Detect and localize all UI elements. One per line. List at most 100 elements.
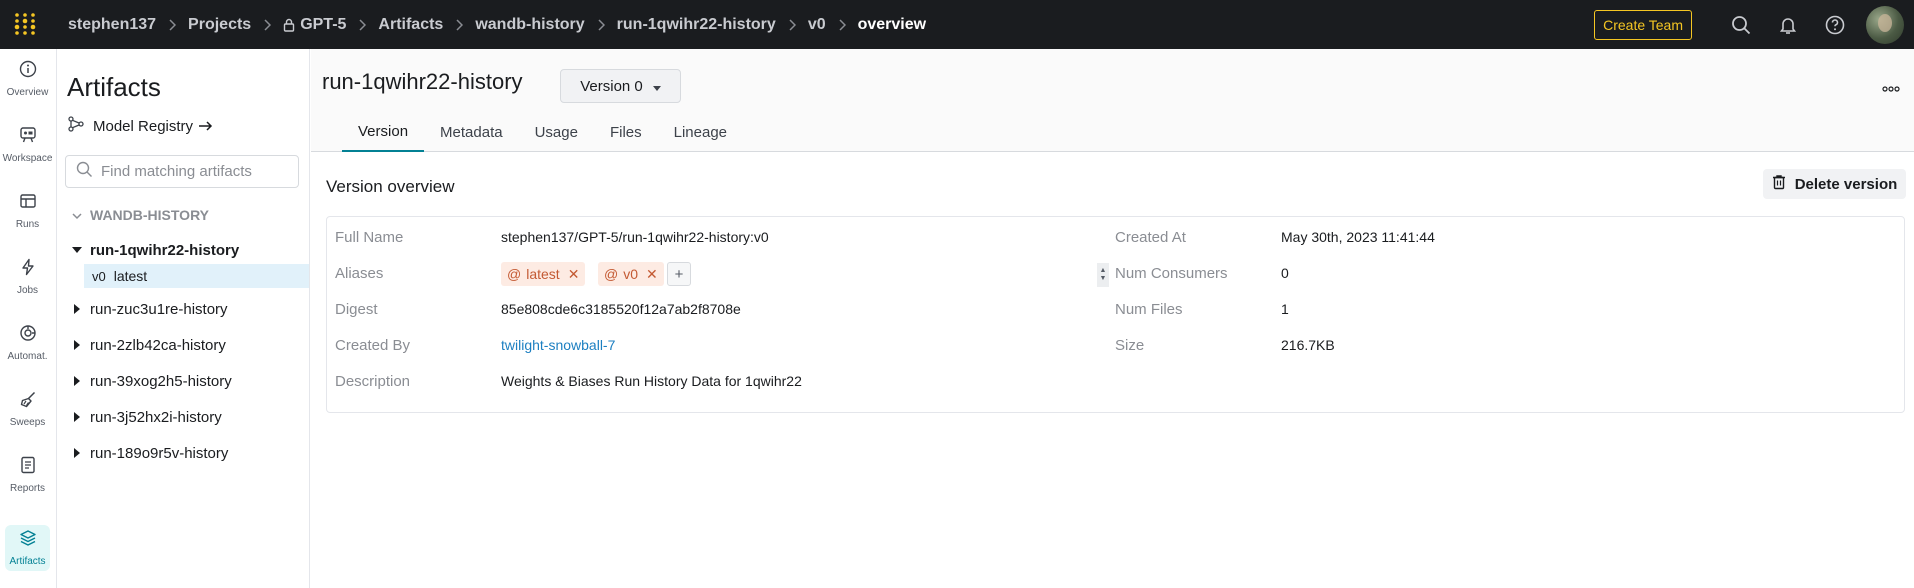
remove-alias-icon[interactable]: ✕ xyxy=(646,266,658,283)
caret-right-icon xyxy=(72,412,82,422)
sidebar-title: Artifacts xyxy=(67,72,161,102)
layers-icon xyxy=(19,529,37,552)
breadcrumb-projects[interactable]: Projects xyxy=(188,16,251,34)
tree-item[interactable]: run-zuc3u1re-history xyxy=(72,297,308,321)
rail-item-sweeps[interactable]: Sweeps xyxy=(5,386,50,432)
tab-version[interactable]: Version xyxy=(342,112,425,152)
tree-version-item[interactable]: v0 latest xyxy=(84,264,309,288)
rail-item-label: Reports xyxy=(9,483,45,494)
alias-text: v0 xyxy=(623,266,639,282)
created-by-label: Created By xyxy=(335,337,411,354)
bell-icon[interactable] xyxy=(1764,0,1811,49)
group-label: WANDB-HISTORY xyxy=(90,207,209,223)
registry-icon xyxy=(67,115,85,137)
tree-item-label: run-1qwihr22-history xyxy=(90,241,240,259)
help-icon[interactable] xyxy=(1811,0,1858,49)
rail-item-label: Runs xyxy=(15,219,40,230)
tree-item[interactable]: run-3j52hx2i-history xyxy=(72,405,308,429)
rail-item-artifacts[interactable]: Artifacts xyxy=(5,525,50,571)
description-value: Weights & Biases Run History Data for 1q… xyxy=(501,373,802,389)
user-avatar[interactable] xyxy=(1866,5,1904,44)
wandb-logo-icon[interactable] xyxy=(0,0,49,49)
report-icon xyxy=(19,456,37,479)
search-icon xyxy=(76,161,93,183)
remove-alias-icon[interactable]: ✕ xyxy=(568,266,580,283)
search-icon[interactable] xyxy=(1717,0,1764,49)
breadcrumb-artifacts[interactable]: Artifacts xyxy=(378,16,443,34)
rail-item-reports[interactable]: Reports xyxy=(5,452,50,498)
breadcrumb-version[interactable]: v0 xyxy=(808,16,826,34)
tab-usage[interactable]: Usage xyxy=(519,112,594,152)
rail-item-jobs[interactable]: Jobs xyxy=(5,254,50,300)
rail-item-overview[interactable]: Overview xyxy=(5,56,50,102)
at-icon: @ xyxy=(507,266,522,282)
artifact-title: run-1qwihr22-history xyxy=(322,69,523,94)
artifact-main-panel: run-1qwihr22-history Version 0 Version M… xyxy=(311,49,1914,588)
size-label: Size xyxy=(1115,337,1145,354)
delete-version-label: Delete version xyxy=(1794,175,1898,193)
tab-lineage[interactable]: Lineage xyxy=(658,112,743,152)
description-label: Description xyxy=(335,373,411,390)
artifact-sidebar: Artifacts Model Registry WANDB-HISTORY r… xyxy=(57,49,310,588)
table-icon xyxy=(19,192,37,215)
artifact-search-box[interactable] xyxy=(65,155,299,188)
caret-down-icon xyxy=(72,247,82,253)
chevron-right-icon xyxy=(838,18,846,31)
artifact-header: run-1qwihr22-history Version 0 xyxy=(311,49,1914,112)
created-at-value: May 30th, 2023 11:41:44 xyxy=(1281,229,1435,245)
create-team-button[interactable]: Create Team xyxy=(1594,9,1692,40)
created-at-label: Created At xyxy=(1115,229,1186,246)
rail-item-label: Overview xyxy=(6,87,49,98)
arrow-right-icon xyxy=(199,118,213,135)
chevron-right-icon xyxy=(788,18,796,31)
tree-item[interactable]: run-189o9r5v-history xyxy=(72,441,308,465)
aliases-label: Aliases xyxy=(335,265,384,282)
workspace-icon xyxy=(19,126,37,149)
artifact-search-input[interactable] xyxy=(101,163,291,180)
caret-right-icon xyxy=(72,340,82,350)
delete-version-button[interactable]: Delete version xyxy=(1763,169,1906,199)
rail-item-automations[interactable]: Automat. xyxy=(5,320,50,366)
tab-files[interactable]: Files xyxy=(594,112,658,152)
num-consumers-value: 0 xyxy=(1281,265,1289,281)
tree-item[interactable]: run-39xog2h5-history xyxy=(72,369,308,393)
tab-metadata[interactable]: Metadata xyxy=(424,112,519,152)
num-files-value: 1 xyxy=(1281,301,1289,317)
breadcrumb-current-page: overview xyxy=(857,15,927,33)
model-registry-label: Model Registry xyxy=(93,117,194,135)
tree-item-label: run-39xog2h5-history xyxy=(90,372,232,390)
rail-item-label: Automat. xyxy=(7,351,48,362)
model-registry-link[interactable]: Model Registry xyxy=(67,115,213,137)
num-consumers-label: Num Consumers xyxy=(1115,265,1228,282)
breadcrumb-user[interactable]: stephen137 xyxy=(68,16,156,34)
tree-item[interactable]: run-2zlb42ca-history xyxy=(72,333,308,357)
artifact-type-group-header[interactable]: WANDB-HISTORY xyxy=(72,207,209,223)
automation-icon xyxy=(19,324,37,347)
breadcrumb-project[interactable]: GPT-5 xyxy=(300,16,346,34)
resize-stepper-icon[interactable]: ▲ ▼ xyxy=(1097,263,1109,287)
tree-item-label: run-zuc3u1re-history xyxy=(90,300,228,318)
chevron-right-icon xyxy=(358,18,367,31)
info-icon xyxy=(19,60,37,83)
rail-item-label: Workspace xyxy=(2,153,53,164)
at-icon: @ xyxy=(604,266,619,282)
num-files-label: Num Files xyxy=(1115,301,1183,318)
left-nav-rail: Overview Workspace Runs Jobs Automat. Sw… xyxy=(0,49,57,588)
rail-item-workspace[interactable]: Workspace xyxy=(2,122,53,168)
add-alias-button[interactable]: + xyxy=(667,262,691,286)
caret-right-icon xyxy=(72,304,82,314)
tree-item-open-artifact[interactable]: run-1qwihr22-history xyxy=(72,238,308,262)
breadcrumb-artifact[interactable]: run-1qwihr22-history xyxy=(617,16,776,34)
more-options-icon[interactable] xyxy=(1882,79,1900,97)
version-dropdown[interactable]: Version 0 xyxy=(560,69,681,103)
digest-value: 85e808cde6c3185520f12a7ab2f8708e xyxy=(501,301,741,317)
tree-item-label: run-2zlb42ca-history xyxy=(90,336,226,354)
created-by-run-link[interactable]: twilight-snowball-7 xyxy=(501,337,615,353)
artifact-tabs: Version Metadata Usage Files Lineage xyxy=(311,112,1914,152)
full-name-label: Full Name xyxy=(335,229,404,246)
breadcrumb-artifact-type[interactable]: wandb-history xyxy=(475,16,584,34)
lightning-icon xyxy=(19,258,37,281)
alias-tag: @ latest ✕ xyxy=(501,262,586,286)
chevron-right-icon xyxy=(455,18,464,31)
rail-item-runs[interactable]: Runs xyxy=(5,188,50,234)
